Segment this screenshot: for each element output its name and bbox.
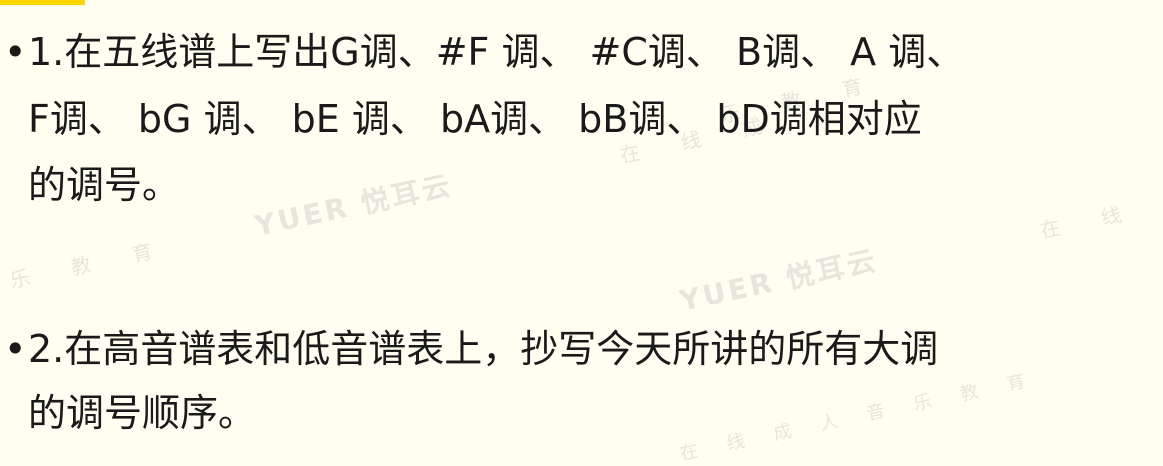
item-2-line-2: 的调号顺序。 <box>28 391 257 435</box>
item-1-line-1: 1.在五线谱上写出G调、#F 调、 #C调、 B调、 A 调、 <box>28 30 965 74</box>
bullet-2: • <box>4 327 27 371</box>
slide-content: • 1.在五线谱上写出G调、#F 调、 #C调、 B调、 A 调、 F调、 bG… <box>0 0 1163 450</box>
bullet-1: • <box>4 30 27 74</box>
item-2-line-1: 2.在高音谱表和低音谱表上，抄写今天所讲的所有大调 <box>28 327 939 371</box>
item-1-line-2: F调、 bG 调、 bE 调、 bA调、 bB调、 bD调相对应 <box>28 97 922 141</box>
item-1-line-3: 的调号。 <box>28 163 181 207</box>
